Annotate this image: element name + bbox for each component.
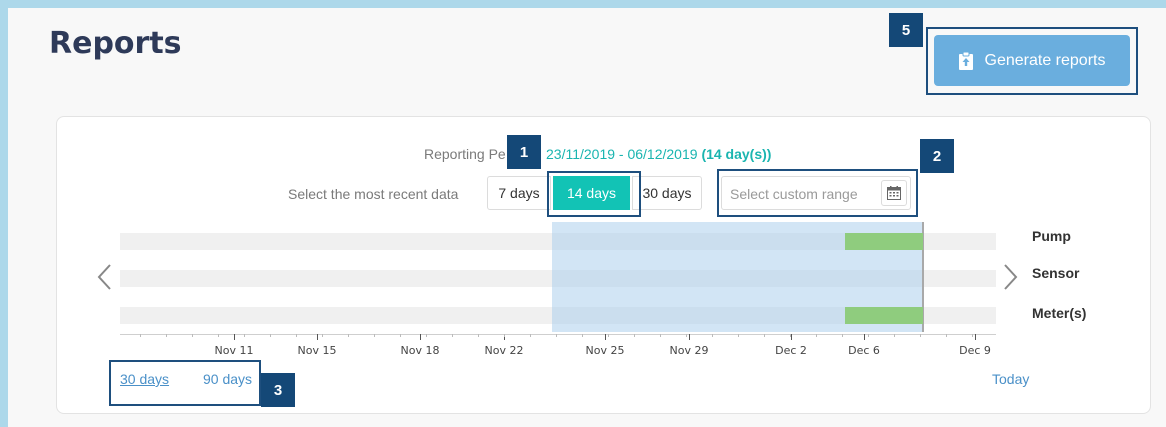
axis-tick-label: Dec 9 <box>959 344 991 357</box>
axis-tick <box>317 334 318 340</box>
axis-tick-label: Nov 15 <box>297 344 337 357</box>
axis-tick-label: Nov 29 <box>669 344 709 357</box>
callout-box-5 <box>926 27 1138 95</box>
axis-minor-tick <box>816 334 817 337</box>
callout-number-1: 1 <box>507 135 541 169</box>
callout-number-2: 2 <box>920 139 954 173</box>
axis-minor-tick <box>244 334 245 337</box>
axis-minor-tick <box>894 334 895 337</box>
axis-minor-tick <box>140 334 141 337</box>
axis-tick <box>605 334 606 340</box>
range-selector-label: Select the most recent data <box>288 186 459 202</box>
reporting-period-label: Reporting Pe <box>424 146 506 162</box>
axis-minor-tick <box>764 334 765 337</box>
lane-label-pump: Pump <box>1032 228 1071 244</box>
axis-tick-label: Dec 2 <box>775 344 807 357</box>
callout-box-3 <box>109 360 261 406</box>
axis-minor-tick <box>660 334 661 337</box>
axis-minor-tick <box>530 334 531 337</box>
page-title: Reports <box>49 26 182 61</box>
axis-minor-tick <box>556 334 557 337</box>
lane-label-meters: Meter(s) <box>1032 305 1087 321</box>
axis-minor-tick <box>322 334 323 337</box>
axis-minor-tick <box>452 334 453 337</box>
axis-minor-tick <box>374 334 375 337</box>
axis-minor-tick <box>192 334 193 337</box>
range-30-days-button[interactable]: 30 days <box>632 176 702 210</box>
axis-minor-tick <box>712 334 713 337</box>
axis-minor-tick <box>348 334 349 337</box>
axis-tick <box>420 334 421 340</box>
axis-minor-tick <box>868 334 869 337</box>
callout-number-3: 3 <box>261 373 295 407</box>
axis-tick-label: Dec 6 <box>848 344 880 357</box>
axis-minor-tick <box>790 334 791 337</box>
period-dates: 23/11/2019 - 06/12/2019 <box>546 146 698 162</box>
axis-minor-tick <box>426 334 427 337</box>
axis-minor-tick <box>166 334 167 337</box>
axis-minor-tick <box>270 334 271 337</box>
axis-minor-tick <box>738 334 739 337</box>
axis-minor-tick <box>504 334 505 337</box>
axis-tick-label: Nov 18 <box>400 344 440 357</box>
chevron-right-icon[interactable] <box>1003 263 1019 291</box>
period-duration: (14 day(s)) <box>701 146 772 162</box>
axis-minor-tick <box>946 334 947 337</box>
meters-data-bar <box>845 307 923 324</box>
callout-number-5: 5 <box>889 13 923 47</box>
axis-minor-tick <box>920 334 921 337</box>
axis-minor-tick <box>972 334 973 337</box>
pump-data-bar <box>845 233 923 250</box>
axis-minor-tick <box>686 334 687 337</box>
chevron-left-icon[interactable] <box>96 263 112 291</box>
axis-tick <box>791 334 792 340</box>
axis-minor-tick <box>218 334 219 337</box>
callout-box-1 <box>547 171 641 217</box>
today-link[interactable]: Today <box>992 371 1029 387</box>
axis-minor-tick <box>400 334 401 337</box>
axis-minor-tick <box>608 334 609 337</box>
axis-minor-tick <box>478 334 479 337</box>
axis-tick <box>689 334 690 340</box>
axis-minor-tick <box>634 334 635 337</box>
axis-tick <box>864 334 865 340</box>
axis-tick-label: Nov 25 <box>585 344 625 357</box>
axis-tick-label: Nov 22 <box>484 344 524 357</box>
callout-box-2 <box>717 169 918 217</box>
lane-label-sensor: Sensor <box>1032 265 1080 281</box>
axis-minor-tick <box>842 334 843 337</box>
reporting-period-dates: 23/11/2019 - 06/12/2019 (14 day(s)) <box>546 146 771 162</box>
axis-minor-tick <box>582 334 583 337</box>
axis-tick-label: Nov 11 <box>214 344 254 357</box>
axis-tick <box>975 334 976 340</box>
axis-minor-tick <box>296 334 297 337</box>
axis-tick <box>234 334 235 340</box>
range-7-days-button[interactable]: 7 days <box>487 176 551 210</box>
